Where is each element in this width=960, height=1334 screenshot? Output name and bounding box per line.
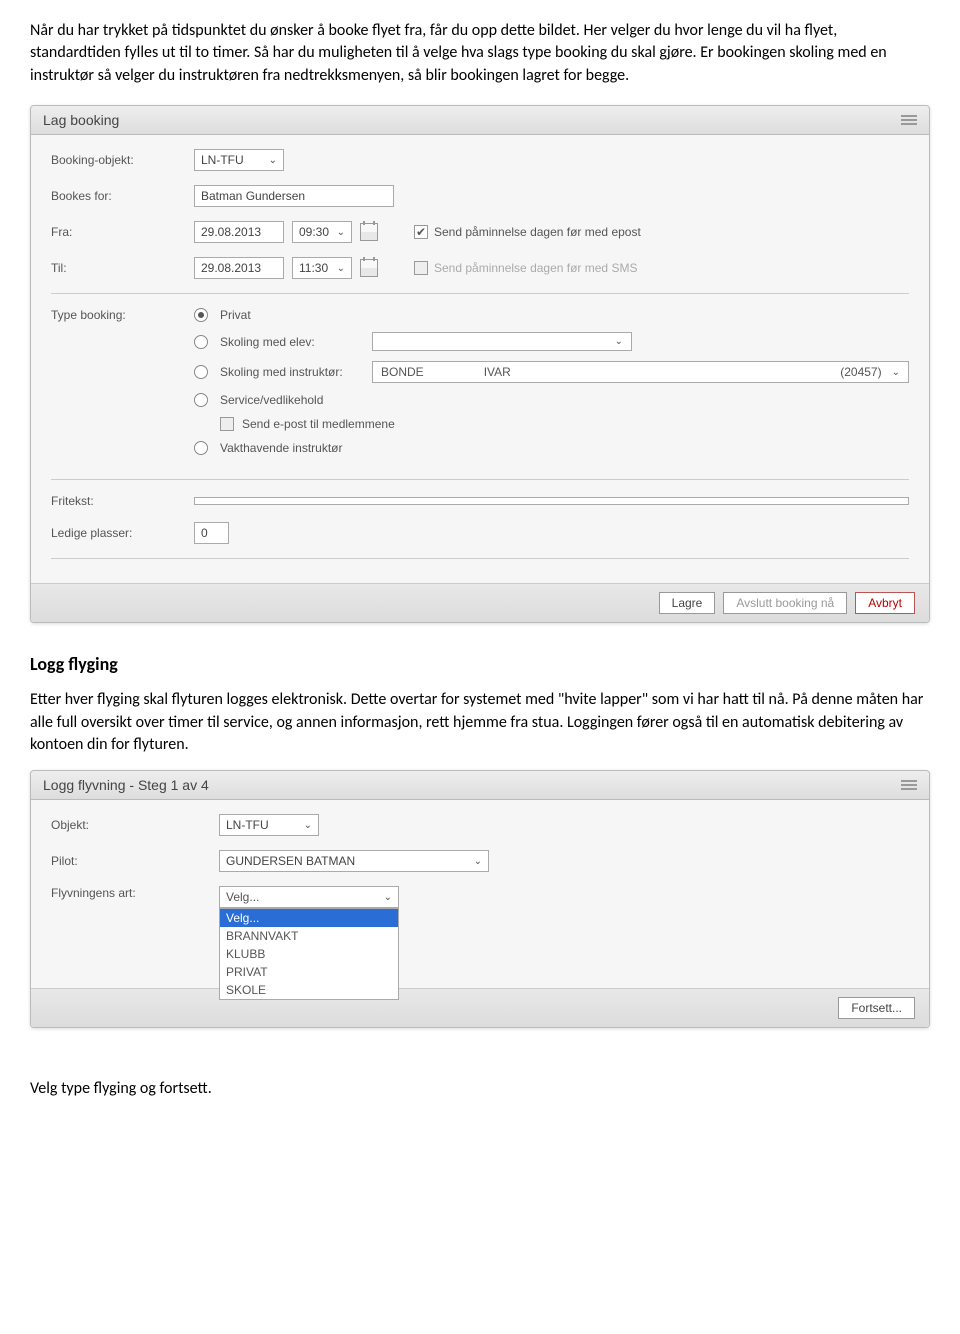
freetext-label: Fritekst: — [51, 494, 186, 508]
continue-button[interactable]: Fortsett... — [838, 997, 915, 1019]
booking-title: Lag booking — [43, 112, 119, 128]
booking-object-label: Booking-objekt: — [51, 153, 186, 167]
from-label: Fra: — [51, 225, 186, 239]
log-type-option[interactable]: SKOLE — [220, 981, 398, 999]
elev-select[interactable]: ⌄ — [372, 332, 632, 351]
log-pilot-value: GUNDERSEN BATMAN — [226, 854, 355, 868]
radio-privat-label: Privat — [220, 308, 360, 322]
send-epost-label: Send e-post til medlemmene — [242, 417, 395, 431]
radio-instruktor-label: Skoling med instruktør: — [220, 365, 360, 379]
log-type-value: Velg... — [226, 890, 259, 904]
cancel-button[interactable]: Avbryt — [855, 592, 915, 614]
log-panel-header: Logg flyvning - Steg 1 av 4 — [31, 771, 929, 800]
chevron-down-icon: ⌄ — [892, 367, 900, 378]
divider — [51, 558, 909, 559]
booking-footer: Lagre Avslutt booking nå Avbryt — [31, 583, 929, 622]
booking-panel: Lag booking Booking-objekt: LN-TFU ⌄ Boo… — [30, 105, 930, 623]
to-label: Til: — [51, 261, 186, 275]
collapse-icon[interactable] — [901, 780, 917, 790]
log-type-option[interactable]: BRANNVAKT — [220, 927, 398, 945]
log-object-select[interactable]: LN-TFU ⌄ — [219, 814, 319, 836]
log-intro-paragraph: Etter hver flyging skal flyturen logges … — [30, 689, 930, 756]
to-time-value: 11:30 — [299, 261, 328, 275]
booked-for-label: Bookes for: — [51, 189, 186, 203]
radio-service[interactable] — [194, 393, 208, 407]
chevron-down-icon: ⌄ — [615, 336, 623, 347]
type-booking-label: Type booking: — [51, 308, 186, 322]
radio-vakthavende[interactable] — [194, 441, 208, 455]
log-object-label: Objekt: — [51, 818, 211, 832]
to-time-select[interactable]: 11:30 ⌄ — [292, 257, 352, 279]
to-date-input[interactable]: 29.08.2013 — [194, 257, 284, 279]
seats-input[interactable]: 0 — [194, 522, 229, 544]
log-type-option[interactable]: PRIVAT — [220, 963, 398, 981]
reminder-email-label: Send påminnelse dagen før med epost — [434, 225, 641, 239]
divider — [51, 293, 909, 294]
seats-label: Ledige plasser: — [51, 526, 186, 540]
end-booking-button[interactable]: Avslutt booking nå — [723, 592, 847, 614]
intro-paragraph: Når du har trykket på tidspunktet du øns… — [30, 20, 930, 87]
instruktor-last: BONDE — [381, 365, 424, 379]
booking-panel-header: Lag booking — [31, 106, 929, 135]
chevron-down-icon: ⌄ — [474, 856, 482, 867]
radio-vakthavende-label: Vakthavende instruktør — [220, 441, 360, 455]
checkbox-send-epost — [220, 417, 234, 431]
calendar-icon[interactable] — [360, 259, 378, 277]
log-type-option[interactable]: KLUBB — [220, 945, 398, 963]
log-type-dropdown[interactable]: Velg... ⌄ Velg... BRANNVAKT KLUBB PRIVAT… — [219, 886, 399, 908]
log-type-options: Velg... BRANNVAKT KLUBB PRIVAT SKOLE — [219, 908, 399, 1000]
chevron-down-icon: ⌄ — [337, 227, 345, 238]
radio-privat[interactable] — [194, 308, 208, 322]
radio-service-label: Service/vedlikehold — [220, 393, 360, 407]
log-panel: Logg flyvning - Steg 1 av 4 Objekt: LN-T… — [30, 770, 930, 1028]
calendar-icon[interactable] — [360, 223, 378, 241]
chevron-down-icon: ⌄ — [269, 155, 277, 166]
from-time-select[interactable]: 09:30 ⌄ — [292, 221, 352, 243]
log-type-option[interactable]: Velg... — [220, 909, 398, 927]
booking-object-value: LN-TFU — [201, 153, 244, 167]
freetext-input[interactable] — [194, 497, 909, 505]
booking-object-select[interactable]: LN-TFU ⌄ — [194, 149, 284, 171]
instruktor-id: (20457) — [840, 365, 881, 379]
chevron-down-icon: ⌄ — [304, 820, 312, 831]
reminder-email-checkbox[interactable]: ✔ Send påminnelse dagen før med epost — [414, 225, 641, 239]
collapse-icon[interactable] — [901, 115, 917, 125]
instruktor-select[interactable]: BONDE IVAR (20457) ⌄ — [372, 361, 909, 383]
chevron-down-icon: ⌄ — [384, 892, 392, 903]
log-pilot-label: Pilot: — [51, 854, 211, 868]
log-section-title: Logg flyging — [30, 653, 930, 675]
chevron-down-icon: ⌄ — [337, 263, 345, 274]
instruktor-first: IVAR — [484, 365, 511, 379]
divider — [51, 479, 909, 480]
checkbox-disabled-icon — [414, 261, 428, 275]
reminder-sms-label: Send påminnelse dagen før med SMS — [434, 261, 637, 275]
log-object-value: LN-TFU — [226, 818, 269, 832]
save-button[interactable]: Lagre — [659, 592, 716, 614]
log-title: Logg flyvning - Steg 1 av 4 — [43, 777, 209, 793]
reminder-sms-checkbox: Send påminnelse dagen før med SMS — [414, 261, 637, 275]
radio-elev-label: Skoling med elev: — [220, 335, 360, 349]
bottom-paragraph: Velg type flyging og fortsett. — [30, 1078, 930, 1100]
log-type-label: Flyvningens art: — [51, 886, 211, 900]
log-footer: Fortsett... — [31, 988, 929, 1027]
booked-for-input[interactable]: Batman Gundersen — [194, 185, 394, 207]
radio-instruktor[interactable] — [194, 365, 208, 379]
radio-elev[interactable] — [194, 335, 208, 349]
from-date-input[interactable]: 29.08.2013 — [194, 221, 284, 243]
log-pilot-select[interactable]: GUNDERSEN BATMAN ⌄ — [219, 850, 489, 872]
checkbox-checked-icon: ✔ — [414, 225, 428, 239]
from-time-value: 09:30 — [299, 225, 329, 239]
